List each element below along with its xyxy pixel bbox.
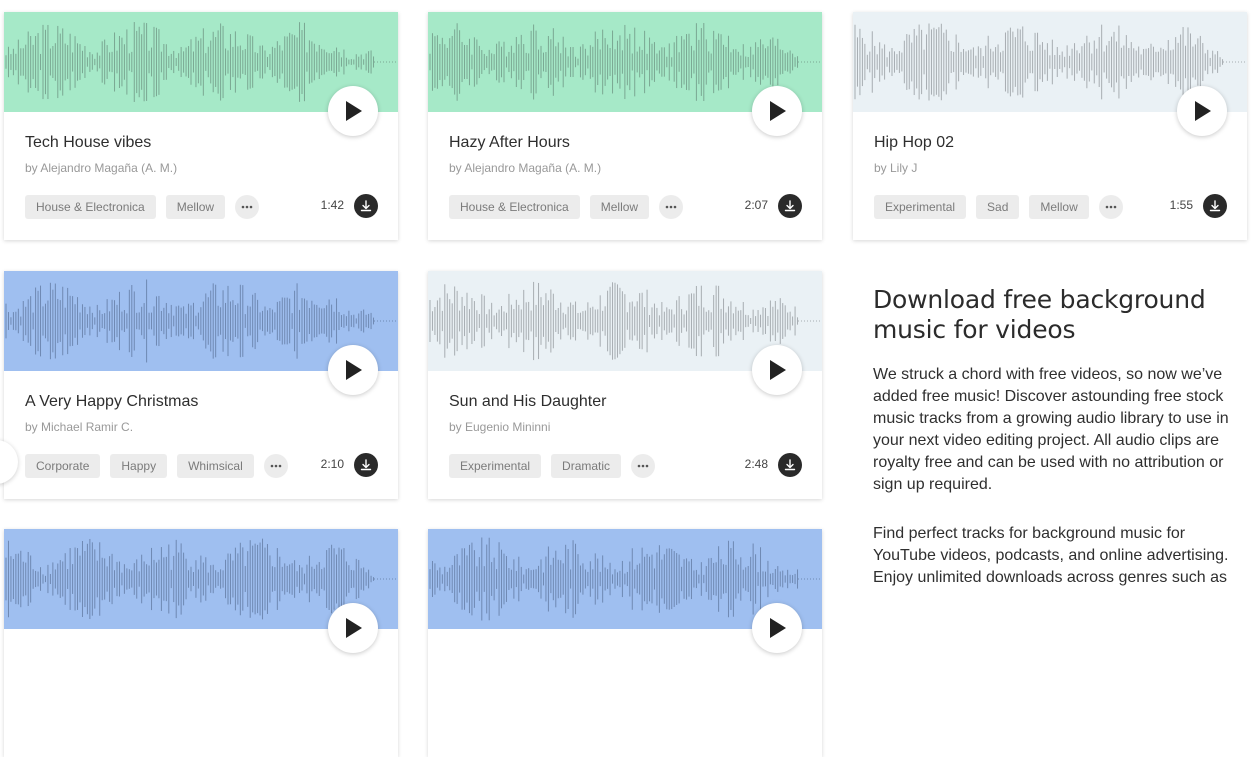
play-button[interactable]	[752, 603, 802, 653]
play-icon	[1195, 101, 1211, 121]
play-button[interactable]	[328, 345, 378, 395]
download-icon	[360, 200, 372, 212]
track-duration: 2:48	[744, 457, 768, 471]
tag-list: Experimental Sad Mellow	[874, 195, 1123, 219]
tag-chip[interactable]: Experimental	[449, 454, 542, 478]
track-card: Sun and His Daughter by Eugenio Mininni Ex…	[428, 271, 822, 499]
more-tags-button[interactable]	[659, 195, 684, 219]
tag-list: House & Electronica Mellow	[449, 195, 684, 219]
play-button[interactable]	[328, 86, 378, 136]
track-author[interactable]: by Alejandro Magaña (A. M.)	[449, 161, 601, 175]
download-button[interactable]	[778, 194, 802, 218]
more-tags-button[interactable]	[263, 454, 288, 478]
tag-chip[interactable]: Dramatic	[551, 454, 622, 478]
intro-paragraph: We struck a chord with free videos, so n…	[873, 366, 1229, 493]
track-title[interactable]: A Very Happy Christmas	[25, 393, 198, 411]
track-card: Tech House vibes by Alejandro Magaña (A. …	[4, 12, 398, 240]
play-button[interactable]	[752, 345, 802, 395]
tag-list: House & Electronica Mellow	[25, 195, 260, 219]
track-author[interactable]: by Michael Ramir C.	[25, 420, 133, 434]
play-icon	[770, 618, 786, 638]
tag-chip[interactable]: House & Electronica	[25, 195, 156, 219]
download-icon	[1209, 200, 1221, 212]
track-card: A Very Happy Christmas by Michael Ramir C…	[4, 271, 398, 499]
track-duration: 1:42	[320, 198, 344, 212]
tag-chip[interactable]: House & Electronica	[449, 195, 580, 219]
more-icon	[637, 464, 649, 468]
play-icon	[770, 360, 786, 380]
play-icon	[770, 101, 786, 121]
track-title[interactable]: Sun and His Daughter	[449, 393, 606, 411]
tag-chip[interactable]: Corporate	[25, 454, 101, 478]
track-author[interactable]: by Alejandro Magaña (A. M.)	[25, 161, 177, 175]
more-tags-button[interactable]	[235, 195, 260, 219]
download-icon	[360, 459, 372, 471]
more-icon	[1105, 205, 1117, 209]
download-icon	[784, 200, 796, 212]
track-title[interactable]: Hip Hop 02	[874, 134, 954, 152]
usage-paragraph: Find perfect tracks for background music…	[873, 525, 1229, 586]
more-tags-button[interactable]	[631, 454, 656, 478]
track-duration: 2:10	[320, 457, 344, 471]
track-duration: 2:07	[744, 198, 768, 212]
more-icon	[241, 205, 253, 209]
tag-chip[interactable]: Happy	[110, 454, 168, 478]
tag-list: Corporate Happy Whimsical	[25, 454, 288, 478]
download-button[interactable]	[354, 194, 378, 218]
track-card: Hazy After Hours by Alejandro Magaña (A. …	[428, 12, 822, 240]
tag-chip[interactable]: Experimental	[874, 195, 967, 219]
tag-chip[interactable]: Sad	[976, 195, 1020, 219]
track-duration: 1:55	[1169, 198, 1193, 212]
play-icon	[346, 360, 362, 380]
track-card	[428, 529, 822, 757]
download-button[interactable]	[354, 453, 378, 477]
download-icon	[784, 459, 796, 471]
track-card	[4, 529, 398, 757]
track-author[interactable]: by Eugenio Mininni	[449, 420, 550, 434]
play-button[interactable]	[752, 86, 802, 136]
more-tags-button[interactable]	[1098, 195, 1123, 219]
info-section: Download free background music for video…	[873, 285, 1233, 589]
track-title[interactable]: Hazy After Hours	[449, 134, 570, 152]
play-icon	[346, 101, 362, 121]
track-author[interactable]: by Lily J	[874, 161, 917, 175]
track-title[interactable]: Tech House vibes	[25, 134, 151, 152]
tag-chip[interactable]: Mellow	[1029, 195, 1089, 219]
tag-list: Experimental Dramatic	[449, 454, 656, 478]
tag-chip[interactable]: Mellow	[589, 195, 650, 219]
tag-chip[interactable]: Mellow	[165, 195, 226, 219]
track-card: Hip Hop 02 by Lily J Experimental Sad Mellow…	[853, 12, 1247, 240]
more-icon	[665, 205, 677, 209]
download-button[interactable]	[1203, 194, 1227, 218]
more-icon	[270, 464, 282, 468]
download-button[interactable]	[778, 453, 802, 477]
play-button[interactable]	[1177, 86, 1227, 136]
tag-chip[interactable]: Whimsical	[177, 454, 254, 478]
section-heading: Download free background music for video…	[873, 285, 1206, 344]
play-icon	[346, 618, 362, 638]
play-button[interactable]	[328, 603, 378, 653]
